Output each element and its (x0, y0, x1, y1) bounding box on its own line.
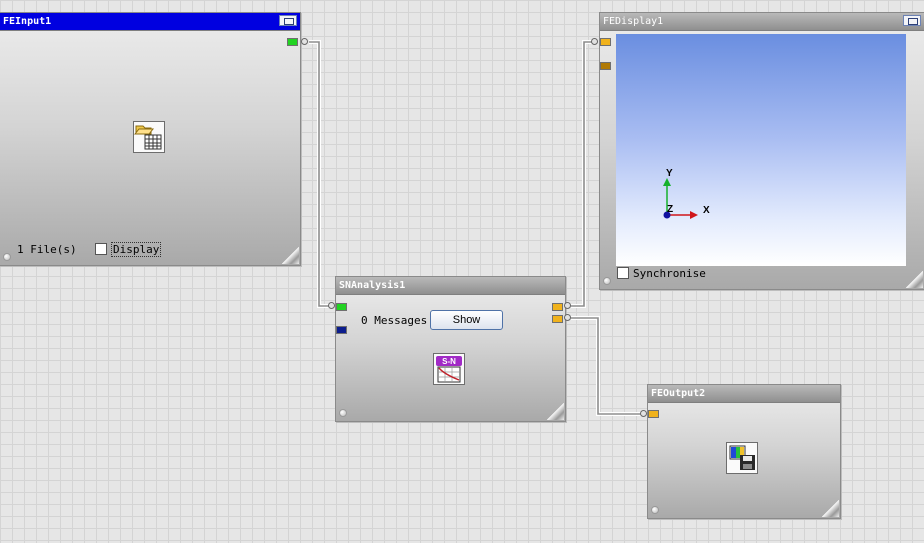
display-checkbox-label[interactable]: Display (111, 242, 162, 257)
fe-display-input-port-1[interactable] (600, 38, 611, 46)
fe-output-title: FEOutput2 (651, 388, 706, 399)
fe-input-title: FEInput1 (3, 16, 52, 27)
3d-viewport[interactable]: Y Z X (616, 34, 906, 266)
fe-output-node[interactable]: FEOutput2 (647, 384, 841, 519)
y-axis-label: Y (666, 168, 673, 179)
sn-analysis-output-port-1[interactable] (552, 303, 563, 311)
sn-icon-text: S-N (442, 357, 456, 366)
status-indicator-icon (3, 253, 11, 261)
z-axis-label: Z (667, 204, 674, 215)
sn-curve-icon[interactable]: S-N (433, 353, 465, 385)
fe-display-connector-icon[interactable] (591, 38, 598, 45)
fe-input-output-port[interactable] (287, 38, 298, 46)
synchronise-checkbox[interactable] (617, 267, 629, 279)
status-indicator-icon (603, 277, 611, 285)
sn-analysis-node[interactable]: SNAnalysis1 0 Messages Show S-N (335, 276, 566, 422)
fe-output-titlebar[interactable]: FEOutput2 (648, 385, 840, 403)
wire-input-to-analysis (309, 41, 329, 307)
status-indicator-icon (339, 409, 347, 417)
resize-grip-icon[interactable] (547, 403, 564, 420)
wire-analysis-to-output (571, 317, 641, 415)
save-results-icon[interactable] (726, 442, 758, 474)
sn-analysis-output-connector-1-icon[interactable] (564, 302, 571, 309)
fe-output-input-port[interactable] (648, 410, 659, 418)
resize-grip-icon[interactable] (822, 500, 839, 517)
show-messages-button[interactable]: Show (430, 310, 503, 330)
restore-window-icon[interactable] (279, 15, 297, 26)
axis-triad-icon (663, 178, 698, 219)
resize-grip-icon[interactable] (906, 271, 923, 288)
display-checkbox[interactable] (95, 243, 107, 255)
fe-display-input-port-2[interactable] (600, 62, 611, 70)
sn-analysis-input-port[interactable] (336, 303, 347, 311)
sn-analysis-input-port-2[interactable] (336, 326, 347, 334)
fe-output-connector-icon[interactable] (640, 410, 647, 417)
fe-input-connector-icon[interactable] (301, 38, 308, 45)
messages-label: 0 Messages (361, 314, 428, 327)
sn-analysis-output-connector-2-icon[interactable] (564, 314, 571, 321)
resize-grip-icon[interactable] (282, 247, 299, 264)
synchronise-label: Synchronise (633, 267, 706, 280)
fe-display-titlebar[interactable]: FEDisplay1 (600, 13, 924, 31)
fe-input-node[interactable]: FEInput1 1 File(s) Display (0, 12, 301, 266)
sn-analysis-input-connector-icon[interactable] (328, 302, 335, 309)
file-count-label: 1 File(s) (17, 243, 77, 256)
fe-input-titlebar[interactable]: FEInput1 (0, 13, 300, 31)
fe-display-title: FEDisplay1 (603, 16, 664, 27)
status-indicator-icon (651, 506, 659, 514)
x-axis-label: X (703, 205, 710, 216)
sn-analysis-title: SNAnalysis1 (339, 280, 406, 291)
sn-analysis-output-port-2[interactable] (552, 315, 563, 323)
open-folder-grid-icon[interactable] (133, 121, 165, 153)
sn-analysis-titlebar[interactable]: SNAnalysis1 (336, 277, 565, 295)
restore-window-icon[interactable] (903, 15, 921, 26)
